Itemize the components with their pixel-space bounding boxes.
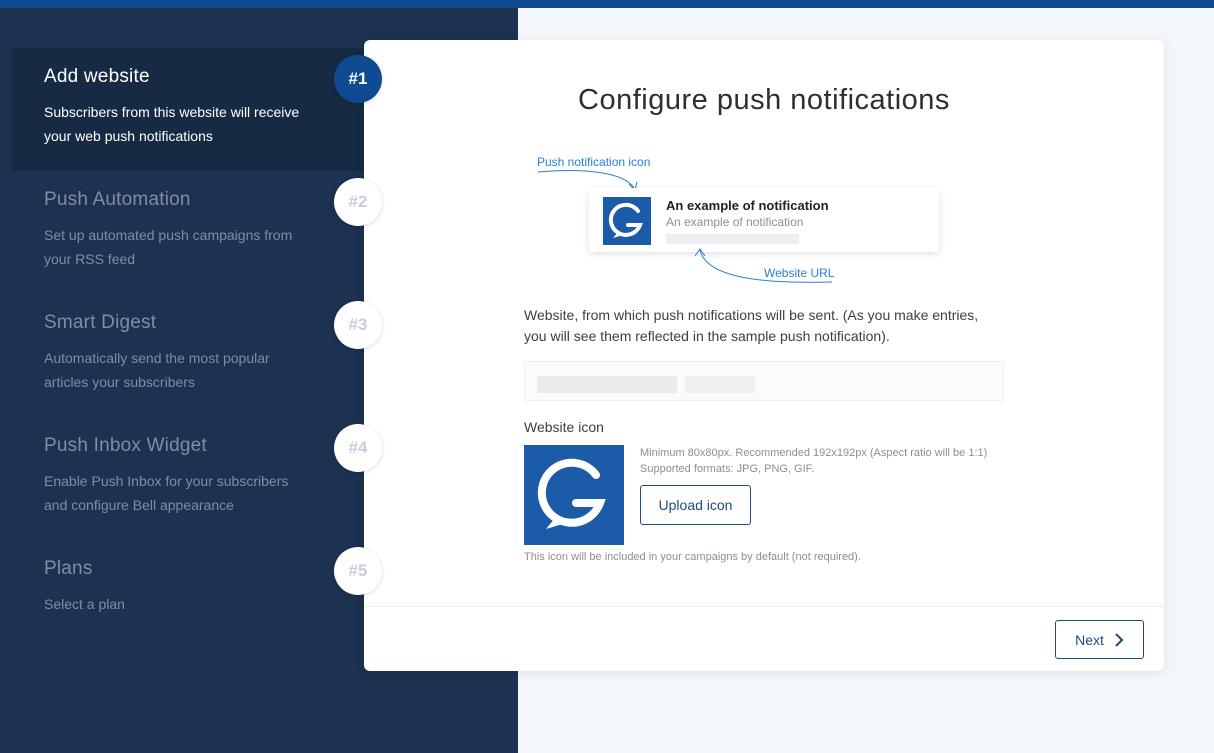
step-description: Automatically send the most popular arti… [44, 350, 270, 390]
icon-requirements: Minimum 80x80px. Recommended 192x192px (… [640, 447, 988, 475]
website-description: Website, from which push notifications w… [524, 307, 979, 344]
step-smart-digest[interactable]: Smart Digest Automatically send the most… [12, 294, 364, 417]
website-icon-label: Website icon [524, 419, 604, 435]
step-description: Select a plan [44, 596, 125, 612]
configure-panel: Configure push notifications Push notifi… [364, 40, 1164, 671]
step-description: Subscribers from this website will recei… [44, 104, 300, 144]
step-title: Smart Digest [44, 312, 157, 333]
step-plans[interactable]: Plans Select a plan [12, 540, 364, 663]
next-label: Next [1075, 631, 1104, 648]
step-title: Plans [44, 558, 93, 579]
step-number-badge: #5 [334, 547, 382, 595]
step-number-badge: #4 [334, 424, 382, 472]
icon-note: This icon will be included in your campa… [524, 551, 861, 563]
step-number-badge: #3 [334, 301, 382, 349]
step-push-automation[interactable]: Push Automation Set up automated push ca… [12, 171, 364, 294]
top-accent-bar [0, 0, 1214, 8]
footer-divider [364, 606, 1164, 607]
step-title: Push Inbox Widget [44, 435, 207, 456]
blurred-url [685, 376, 755, 393]
step-number-badge: #1 [334, 55, 382, 103]
notification-body: An example of notification [666, 215, 804, 229]
website-icon-preview [524, 445, 624, 545]
notification-title: An example of notification [666, 198, 829, 213]
page-title: Configure push notifications [578, 84, 950, 116]
step-description: Set up automated push campaigns from you… [44, 227, 293, 267]
next-button[interactable]: Next [1055, 620, 1144, 659]
step-number-badge: #2 [334, 178, 382, 226]
website-url-annotation: Website URL [764, 266, 835, 280]
notification-preview: An example of notification An example of… [589, 188, 939, 252]
notification-logo-icon [603, 197, 651, 245]
step-push-inbox-widget[interactable]: Push Inbox Widget Enable Push Inbox for … [12, 417, 364, 540]
chevron-right-icon [1115, 632, 1124, 647]
logo-icon [537, 458, 606, 529]
push-icon-annotation: Push notification icon [537, 155, 651, 169]
notification-url-placeholder [666, 234, 799, 244]
step-description: Enable Push Inbox for your subscribers a… [44, 473, 289, 513]
step-title: Add website [44, 66, 150, 87]
step-title: Push Automation [44, 189, 191, 210]
website-url-field[interactable] [524, 361, 1004, 401]
blurred-url [537, 376, 677, 393]
step-add-website[interactable]: Add website Subscribers from this websit… [12, 48, 364, 171]
upload-icon-button[interactable]: Upload icon [640, 485, 751, 525]
